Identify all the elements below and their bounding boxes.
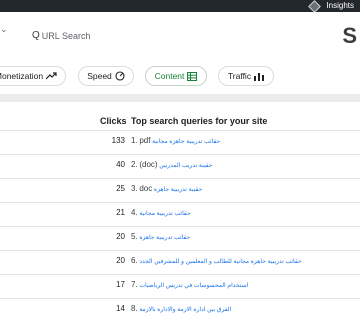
diamond-icon — [308, 0, 322, 13]
clicks-column-header: Clicks — [100, 116, 127, 126]
bar-chart-icon — [254, 72, 265, 81]
query-link[interactable]: 4. حقائب تدريبية مجانية — [131, 208, 359, 217]
query-rank: 2. — [131, 160, 138, 169]
clicks-value: 20 — [116, 232, 125, 241]
table-row: 20 5. حقائب تدريبية جاهزة — [0, 226, 360, 250]
table-row: 17 7. استخدام المحسوسات في تدريس الرياضيا… — [0, 274, 360, 298]
tab-traffic[interactable]: Traffic — [218, 66, 274, 86]
query-link[interactable]: 8. الفرق بين ادارة الازمة والادارة بالاز… — [131, 304, 359, 313]
tab-content[interactable]: Content — [145, 66, 207, 86]
clicks-value: 20 — [116, 256, 125, 265]
query-text: حقائب تدريبية جاهزة مجانية للطالب و المع… — [139, 259, 302, 265]
tab-monetization[interactable]: Monetization — [0, 66, 66, 86]
query-link[interactable]: 2. (doc) حقيبة تدريب المدربين — [131, 160, 359, 169]
clicks-value: 14 — [116, 304, 125, 313]
clicks-value: 17 — [116, 280, 125, 289]
search-placeholder: URL Search — [41, 30, 91, 41]
table-row: 40 2. (doc) حقيبة تدريب المدربين — [0, 154, 360, 178]
query-rank: 6. — [131, 256, 138, 265]
clicks-value: 40 — [116, 160, 125, 169]
query-link[interactable]: 3. doc حقيبة تدريبية جاهزة — [131, 184, 359, 193]
query-link[interactable]: 1. pdf حقائب تدريبية جاهزة مجانية — [131, 136, 359, 145]
query-text: حقائب تدريبية مجانية — [139, 211, 191, 217]
chevron-down-icon[interactable]: ⌄ — [0, 24, 8, 35]
tab-content-label: Content — [154, 71, 185, 81]
query-rank: 8. — [131, 304, 138, 313]
query-rank: 7. — [131, 280, 138, 289]
query-latin-term: pdf — [139, 136, 151, 145]
insights-link[interactable]: Insights — [308, 0, 354, 13]
url-search[interactable]: Q URL Search — [32, 30, 90, 41]
table-icon — [187, 71, 198, 81]
queries-column-header: Top search queries for your site — [131, 116, 268, 126]
query-link[interactable]: 7. استخدام المحسوسات في تدريس الرياضيات — [131, 280, 359, 289]
table-row: 20 6. حقائب تدريبية جاهزة مجانية للطالب و… — [0, 250, 360, 274]
query-latin-term: doc — [139, 184, 153, 193]
tab-speed-label: Speed — [87, 71, 112, 81]
query-rank: 4. — [131, 208, 138, 217]
query-link[interactable]: 5. حقائب تدريبية جاهزة — [131, 232, 359, 241]
gauge-icon — [115, 71, 125, 81]
clicks-value: 133 — [111, 136, 125, 145]
query-link[interactable]: 6. حقائب تدريبية جاهزة مجانية للطالب و ا… — [131, 256, 359, 265]
table-row: 14 8. الفرق بين ادارة الازمة والادارة بال… — [0, 298, 360, 322]
admin-top-bar: Insights — [0, 0, 360, 13]
tab-speed[interactable]: Speed — [78, 66, 134, 86]
tab-traffic-label: Traffic — [227, 71, 252, 81]
query-rank: 1. — [131, 136, 138, 145]
site-kit-logo-letter: S — [342, 23, 357, 48]
query-text: حقيبة تدريب المدربين — [159, 163, 213, 169]
insights-label: Insights — [326, 1, 354, 10]
table-row: 21 4. حقائب تدريبية مجانية — [0, 202, 360, 226]
query-rank: 5. — [131, 232, 138, 241]
table-row: 25 3. doc حقيبة تدريبية جاهزة — [0, 178, 360, 202]
clicks-value: 25 — [116, 184, 125, 193]
table-row: 133 1. pdf حقائب تدريبية جاهزة مجانية — [0, 130, 360, 154]
tab-monetization-label: Monetization — [0, 71, 44, 81]
query-text: حقائب تدريبية جاهزة مجانية — [152, 139, 221, 145]
trend-up-icon — [46, 72, 57, 80]
clicks-value: 21 — [116, 208, 125, 217]
search-icon: Q — [32, 30, 40, 41]
query-rank: 3. — [131, 184, 138, 193]
query-latin-term: (doc) — [139, 160, 158, 169]
query-text: حقائب تدريبية جاهزة — [139, 235, 191, 241]
section-divider — [0, 94, 360, 102]
query-text: الفرق بين ادارة الازمة والادارة بالازمة — [139, 307, 232, 313]
query-text: حقيبة تدريبية جاهزة — [153, 187, 203, 193]
query-text: استخدام المحسوسات في تدريس الرياضيات — [139, 283, 249, 289]
